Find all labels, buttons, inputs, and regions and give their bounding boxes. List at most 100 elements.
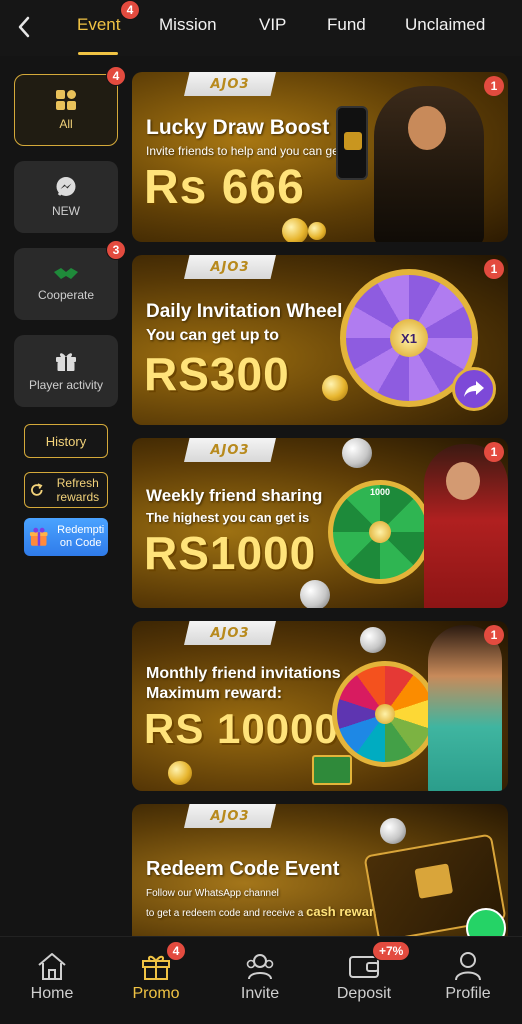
sidebar-item-cooperate[interactable]: Cooperate (14, 248, 118, 320)
redemption-code-label: Redempti on Code (57, 524, 105, 549)
messenger-icon (56, 177, 76, 196)
nav-deposit-badge: +7% (372, 941, 411, 961)
tab-unclaimed[interactable]: Unclaimed (405, 15, 485, 35)
coin-decoration (308, 222, 326, 240)
back-button[interactable] (10, 12, 38, 42)
sidebar-item-label: NEW (52, 204, 80, 218)
share-button[interactable] (452, 367, 496, 411)
nav-label: Invite (240, 985, 280, 1002)
brand-logo: AJO3 (184, 804, 276, 828)
coin-decoration (300, 580, 330, 608)
banner-badge: 1 (484, 625, 504, 645)
nav-invite[interactable]: Invite (220, 951, 300, 1003)
brand-logo-text: AJO3 (210, 808, 250, 824)
banner-amount: RS300 (144, 348, 290, 400)
active-tab-indicator (78, 52, 118, 55)
woman-illustration (374, 86, 484, 242)
gift-box-icon (29, 527, 48, 546)
sidebar-item-new[interactable]: NEW (14, 161, 118, 233)
sidebar-item-player-activity[interactable]: Player activity (14, 335, 118, 407)
phone-illustration (336, 106, 368, 180)
grid-icon (56, 90, 76, 110)
tab-event[interactable]: Event (77, 15, 120, 35)
coin-decoration (322, 375, 348, 401)
banner-subtitle: Invite friends to help and you can get (146, 144, 343, 158)
history-button[interactable]: History (24, 424, 108, 458)
nav-home[interactable]: Home (12, 951, 92, 1003)
banner-amount: RS1000 (144, 527, 317, 579)
banner-title: Lucky Draw Boost (146, 116, 330, 139)
nav-profile[interactable]: Profile (428, 951, 508, 1003)
prize-wheel: 1000 (328, 480, 432, 584)
banner-badge: 1 (484, 76, 504, 96)
bottom-navigation: Home Promo 4 Invite Deposit +7% Profile (0, 936, 522, 1024)
banner-monthly-friend-invitations[interactable]: AJO3 Monthly friend invitations Maximum … (132, 621, 508, 791)
banner-daily-invitation-wheel[interactable]: AJO3 Daily Invitation Wheel You can get … (132, 255, 508, 425)
sidebar-item-label: Player activity (28, 378, 104, 392)
nav-label: Promo (132, 985, 180, 1002)
coin-decoration (168, 761, 192, 785)
refresh-rewards-label: Refresh rewards (56, 476, 100, 504)
tab-event-badge: 4 (120, 0, 140, 20)
banner-lucky-draw-boost[interactable]: AJO3 Lucky Draw Boost Invite friends to … (132, 72, 508, 242)
brand-logo: AJO3 (184, 621, 276, 645)
tab-fund[interactable]: Fund (327, 15, 366, 35)
nav-promo-badge: 4 (166, 941, 186, 961)
tab-label: Fund (327, 15, 366, 34)
banner-subtitle: You can get up to (146, 327, 280, 344)
history-label: History (45, 433, 87, 449)
people-icon (246, 954, 274, 980)
color-wheel (332, 661, 438, 767)
sidebar-cooperate-badge: 3 (106, 240, 126, 260)
banner-subtitle-2-text: to get a redeem code and receive a (146, 908, 304, 919)
home-icon (38, 953, 66, 980)
sidebar-item-label: Cooperate (37, 288, 95, 302)
tab-mission[interactable]: Mission (159, 15, 217, 35)
gift-box-decoration (312, 755, 352, 785)
nav-label: Deposit (336, 985, 392, 1002)
banner-amount: Rs 666 (144, 161, 305, 214)
aviator-woman-illustration (424, 444, 508, 608)
coin-decoration (282, 218, 308, 242)
banner-subtitle: Maximum reward: (146, 685, 283, 702)
tab-label: VIP (259, 15, 287, 34)
brand-logo-text: AJO3 (210, 76, 250, 92)
brand-logo: AJO3 (184, 438, 276, 462)
nav-promo[interactable]: Promo (116, 951, 196, 1003)
chevron-left-icon (18, 16, 30, 38)
wheel-top-label: 1000 (369, 487, 391, 497)
brand-logo-text: AJO3 (210, 442, 250, 458)
redemption-code-button[interactable]: Redempti on Code (24, 518, 108, 556)
user-icon (455, 952, 481, 981)
coin-decoration (380, 818, 406, 844)
banner-subtitle: The highest you can get is (146, 510, 310, 525)
banner-title: Monthly friend invitations (146, 665, 341, 682)
nav-label: Home (30, 985, 74, 1002)
banner-amount: RS 10000 (144, 705, 339, 752)
brand-logo: AJO3 (184, 255, 276, 279)
refresh-icon (31, 483, 43, 496)
sidebar-item-all[interactable]: All (14, 74, 118, 146)
tab-vip[interactable]: VIP (259, 15, 286, 35)
gift-icon (56, 353, 76, 371)
banner-subtitle-2: to get a redeem code and receive a cash … (146, 904, 386, 919)
share-arrow-icon (464, 381, 484, 397)
banner-title: Redeem Code Event (146, 858, 340, 880)
sidebar-all-badge: 4 (106, 66, 126, 86)
coin-decoration (360, 627, 386, 653)
handshake-icon (54, 268, 78, 279)
tab-label: Unclaimed (405, 15, 486, 34)
banner-weekly-friend-sharing[interactable]: AJO3 Weekly friend sharing The highest y… (132, 438, 508, 608)
tab-label: Mission (159, 15, 217, 34)
banner-redeem-code-event[interactable]: AJO3 Redeem Code Event Follow our WhatsA… (132, 804, 508, 936)
top-tab-bar: Event 4 Mission VIP Fund Unclaimed (0, 0, 522, 56)
banner-title: Daily Invitation Wheel (146, 301, 343, 322)
tab-label: Event (77, 15, 121, 34)
refresh-rewards-button[interactable]: Refresh rewards (24, 472, 108, 508)
sidebar-item-label: All (59, 117, 73, 131)
nav-label: Profile (445, 985, 491, 1002)
wheel-center-label: X1 (390, 319, 428, 357)
banner-badge: 1 (484, 259, 504, 279)
woman-illustration (428, 625, 502, 791)
brand-logo-text: AJO3 (210, 625, 250, 641)
